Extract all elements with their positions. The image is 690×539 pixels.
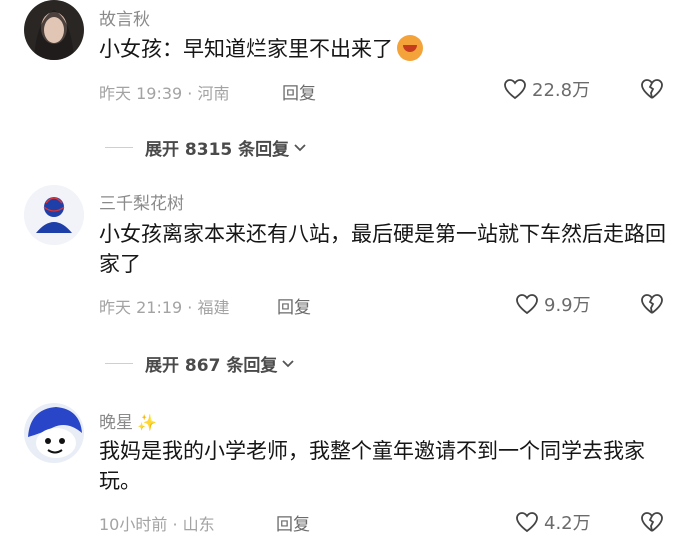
reply-button[interactable]: 回复 — [277, 293, 311, 318]
username[interactable]: 三千梨花树 — [99, 189, 184, 214]
like-count: 4.2万 — [544, 513, 591, 534]
like-button[interactable]: 22.8万 — [503, 76, 590, 102]
expand-replies-label: 展开 867 条回复 — [145, 356, 278, 376]
comment-location: 山东 — [182, 515, 215, 534]
broken-heart-icon — [641, 79, 663, 99]
broken-heart-icon — [641, 294, 663, 314]
comment-list: 故言秋 小女孩：早知道烂家里不出来了 昨天 19:39 · 河南 回复 22.8… — [0, 0, 690, 539]
comment-text: 我妈是我的小学老师，我整个童年邀请不到一个同学去我家玩。 — [99, 439, 645, 493]
username[interactable]: 故言秋 — [99, 5, 150, 30]
comment-location: 福建 — [197, 298, 230, 317]
username[interactable]: 晚星 ✨ — [99, 408, 157, 433]
username-text: 晚星 — [99, 413, 133, 433]
like-count: 9.9万 — [544, 295, 591, 316]
heart-icon — [516, 294, 538, 315]
like-button[interactable]: 9.9万 — [515, 291, 591, 317]
meta-separator: · — [187, 298, 193, 317]
avatar[interactable] — [24, 185, 84, 245]
reply-button[interactable]: 回复 — [276, 510, 310, 535]
comment-text: 小女孩：早知道烂家里不出来了 — [99, 34, 669, 64]
reply-button[interactable]: 回复 — [282, 79, 316, 104]
comment-time: 10小时前 — [99, 515, 168, 534]
like-count: 22.8万 — [532, 80, 591, 101]
dislike-button[interactable] — [640, 78, 664, 104]
like-button[interactable]: 4.2万 — [515, 509, 591, 535]
expand-replies-button[interactable]: 展开 8315 条回复 — [105, 135, 307, 160]
dislike-button[interactable] — [640, 293, 664, 319]
chevron-down-icon — [282, 359, 294, 367]
divider-line — [105, 147, 133, 148]
comment-location: 河南 — [197, 84, 230, 103]
divider-line — [105, 363, 133, 364]
comment-text: 小女孩离家本来还有八站，最后硬是第一站就下车然后走路回家了 — [99, 222, 666, 276]
expand-replies-button[interactable]: 展开 867 条回复 — [105, 351, 295, 376]
meta-separator: · — [187, 84, 193, 103]
sparkle-icon: ✨ — [137, 413, 157, 432]
comment-meta: 10小时前 · 山东 — [99, 511, 215, 535]
chevron-down-icon — [294, 143, 306, 151]
comment-time: 昨天 19:39 — [99, 84, 183, 103]
comment-meta: 昨天 21:19 · 福建 — [99, 294, 230, 318]
comment-meta: 昨天 19:39 · 河南 — [99, 80, 230, 104]
meta-separator: · — [172, 515, 178, 534]
comment-text-content: 小女孩：早知道烂家里不出来了 — [99, 37, 393, 61]
laughing-emoji-icon — [397, 35, 423, 61]
expand-replies-label: 展开 8315 条回复 — [145, 140, 290, 160]
heart-icon — [516, 512, 538, 533]
comment-time: 昨天 21:19 — [99, 298, 183, 317]
avatar[interactable] — [24, 0, 84, 60]
dislike-button[interactable] — [640, 511, 664, 537]
heart-icon — [504, 79, 526, 100]
avatar[interactable] — [24, 403, 84, 463]
broken-heart-icon — [641, 512, 663, 532]
